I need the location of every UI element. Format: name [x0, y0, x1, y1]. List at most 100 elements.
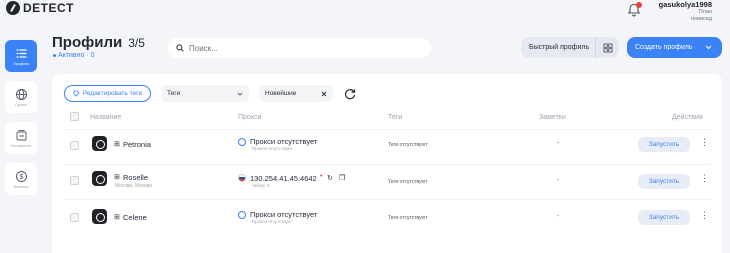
extensions-icon [16, 129, 26, 140]
edit-tags-label: Редактировать теги [82, 90, 143, 97]
profile-avatar [92, 136, 107, 151]
quick-profile-grid-icon[interactable] [595, 37, 619, 58]
chevron-down-icon[interactable] [705, 45, 712, 50]
notification-badge [636, 2, 642, 8]
sidebar-item-proxies[interactable]: Прокси [5, 81, 37, 113]
page-title: Профили [52, 34, 123, 51]
tags-value: Теги отсутствуют [388, 142, 428, 148]
sort-select-value: Новейшие [265, 90, 297, 97]
refresh-icon[interactable] [343, 87, 357, 101]
profile-name[interactable]: Roselle [123, 173, 148, 182]
table-row[interactable]: ⊞ Roselle Москва, Москва 130.254.41.45:4… [52, 164, 722, 200]
row-checkbox[interactable] [70, 141, 79, 150]
status-dot-icon [53, 54, 56, 57]
user-name: gasukolya1998 [658, 0, 712, 9]
table-row[interactable]: ⊞ Petronia Прокси отсутствует Прокси отс… [52, 129, 722, 165]
quick-profile-label: Быстрый профиль [529, 44, 590, 51]
info-icon [238, 211, 246, 219]
select-all-checkbox[interactable] [70, 112, 79, 121]
sidebar-item-finance[interactable]: $ Финансы [5, 163, 37, 195]
proxy-subtext: Прокси отсутствует [252, 219, 293, 224]
more-options-icon[interactable]: ⋮ [700, 137, 709, 148]
logo-text: DETECT [23, 1, 74, 15]
active-status-text: Активно · 0 [58, 52, 95, 59]
flag-icon [238, 174, 246, 182]
column-header-proxy: Прокси [238, 114, 262, 121]
proxy-refresh-icon[interactable]: ↻ [327, 174, 333, 182]
proxy-value: Прокси отсутствует [250, 210, 318, 219]
row-checkbox[interactable] [70, 213, 79, 222]
row-checkbox[interactable] [70, 176, 79, 185]
sidebar-item-profiles[interactable]: Профили [5, 40, 37, 72]
proxy-value: Прокси отсутствует [250, 137, 318, 146]
chevron-down-icon [237, 92, 243, 96]
tags-select[interactable]: Теги [161, 85, 249, 102]
user-plan-name: новисед [691, 16, 712, 22]
profile-name[interactable]: Petronia [123, 140, 151, 149]
svg-text:$: $ [19, 174, 23, 181]
active-status: Активно · 0 [53, 52, 95, 59]
row-divider [64, 164, 710, 165]
search-bar[interactable] [167, 38, 431, 58]
dollar-icon: $ [15, 170, 27, 182]
row-divider [64, 199, 710, 200]
launch-button[interactable]: Запустить [638, 174, 690, 189]
edit-tags-button[interactable]: Редактировать теги [64, 85, 151, 102]
create-profile-button[interactable]: Создать профиль [627, 37, 722, 58]
more-options-icon[interactable]: ⋮ [700, 210, 709, 221]
proxy-value: 130.254.41.45:4642 [250, 174, 317, 183]
tags-value: Теги отсутствуют [388, 215, 428, 221]
column-header-notes: Заметки [539, 114, 566, 121]
sort-select[interactable]: Новейшие [259, 85, 333, 102]
launch-button[interactable]: Запустить [638, 210, 690, 225]
profile-location: Москва, Москва [115, 183, 152, 189]
filter-bar: Редактировать теги Теги Новейшие [64, 85, 357, 102]
proxy-subtext: Прокси отсутствует [252, 146, 293, 151]
column-header-tags: Теги [388, 114, 403, 121]
clear-icon[interactable] [321, 91, 327, 97]
profiles-panel: Редактировать теги Теги Новейшие Названи… [52, 74, 722, 253]
profile-avatar [92, 209, 107, 224]
row-divider [64, 129, 710, 130]
tag-icon [73, 90, 80, 97]
sidebar-item-label: Прокси [15, 102, 27, 107]
search-input[interactable] [189, 43, 409, 53]
user-menu[interactable]: gasukolya1998 План новисед [659, 0, 712, 23]
status-dot-icon: • [320, 173, 323, 180]
logo[interactable]: DETECT [6, 1, 74, 15]
sidebar-item-label: Финансы [13, 184, 29, 189]
user-plan-label: План [698, 9, 712, 15]
sidebar-item-extensions[interactable]: Расширения [5, 122, 37, 154]
notes-value: - [557, 177, 560, 184]
page-header: Профили 3/5 [52, 34, 145, 51]
sidebar: Профили Прокси Расширения $ Финансы [5, 40, 39, 204]
notes-value: - [557, 140, 560, 147]
tags-value: Теги отсутствуют [388, 179, 428, 185]
top-bar: DETECT gasukolya1998 План новисед [0, 0, 730, 30]
column-header-actions: Действия [672, 114, 703, 121]
windows-icon: ⊞ [114, 174, 120, 181]
windows-icon: ⊞ [114, 141, 120, 148]
profile-avatar [92, 171, 107, 186]
launch-button[interactable]: Запустить [638, 137, 690, 152]
profile-count: 3/5 [128, 36, 145, 50]
proxy-subtext: Чекер: 0 [252, 183, 270, 188]
quick-profile-button[interactable]: Быстрый профиль [521, 37, 619, 58]
more-options-icon[interactable]: ⋮ [700, 173, 709, 184]
list-icon [15, 48, 27, 58]
windows-icon: ⊞ [114, 214, 120, 221]
create-profile-label: Создать профиль [635, 44, 693, 51]
table-row[interactable]: ⊞ Celene Прокси отсутствует Прокси отсут… [52, 199, 722, 235]
tags-select-value: Теги [167, 90, 181, 97]
notes-value: - [557, 213, 560, 220]
search-icon [176, 44, 184, 52]
profile-name[interactable]: Celene [123, 213, 147, 222]
logo-icon [6, 1, 20, 15]
sidebar-item-label: Расширения [10, 143, 32, 148]
copy-icon[interactable]: ❐ [339, 174, 345, 182]
sidebar-item-label: Профили [13, 61, 29, 66]
column-header-name[interactable]: Название [90, 114, 121, 121]
globe-icon [15, 88, 27, 100]
info-icon [238, 138, 246, 146]
notification-bell-icon[interactable] [627, 2, 642, 17]
